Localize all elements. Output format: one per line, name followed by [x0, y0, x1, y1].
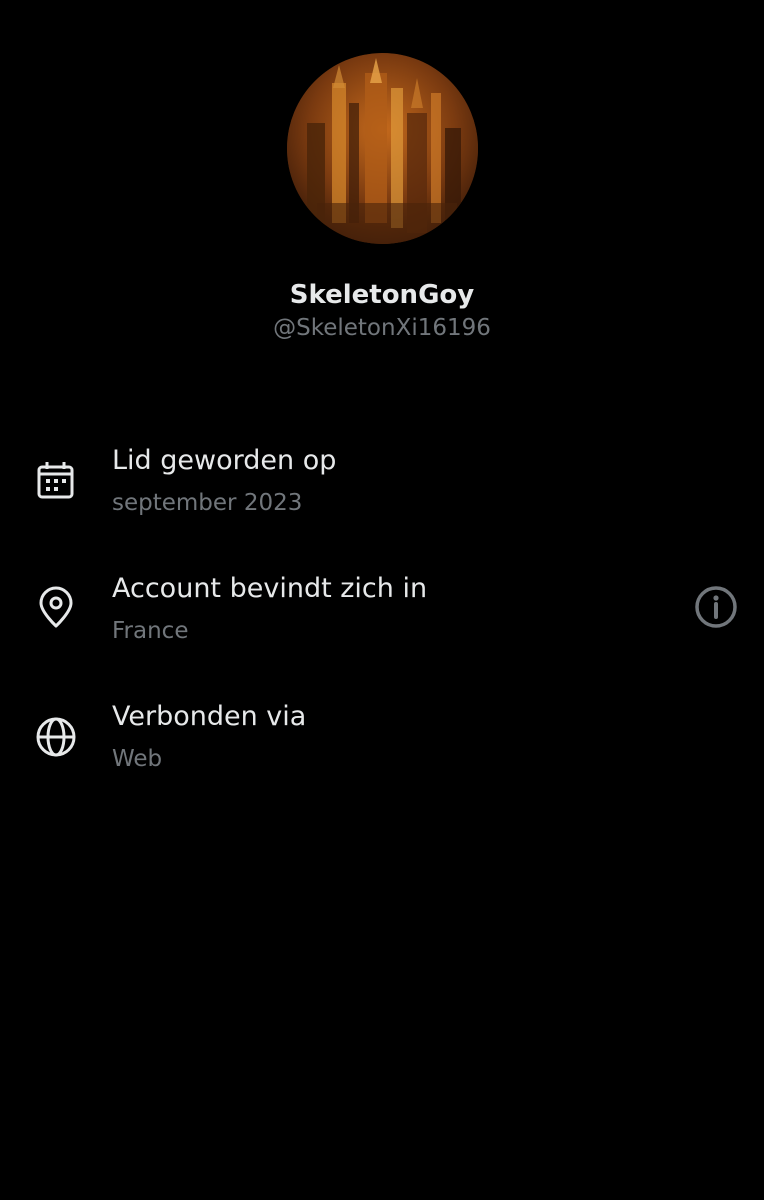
about-item-title: Verbonden via [112, 701, 307, 732]
display-name: SkeletonGoy [289, 280, 475, 310]
about-item-joined: Lid geworden op september 2023 [0, 443, 764, 543]
about-item-value: september 2023 [112, 490, 303, 516]
globe-icon [34, 715, 78, 759]
location-pin-icon [34, 586, 78, 630]
user-handle: @SkeletonXi16196 [273, 315, 491, 341]
about-item-connected-via: Verbonden via Web [0, 699, 764, 799]
avatar-image [287, 53, 478, 244]
info-icon [695, 586, 737, 628]
about-item-value: France [112, 618, 189, 644]
about-item-value: Web [112, 746, 163, 772]
about-item-title: Lid geworden op [112, 445, 337, 476]
avatar[interactable] [287, 53, 478, 244]
info-button[interactable] [692, 583, 740, 631]
calendar-icon [34, 459, 78, 503]
about-item-title: Account bevindt zich in [112, 573, 428, 604]
about-item-location: Account bevindt zich in France [0, 571, 764, 671]
